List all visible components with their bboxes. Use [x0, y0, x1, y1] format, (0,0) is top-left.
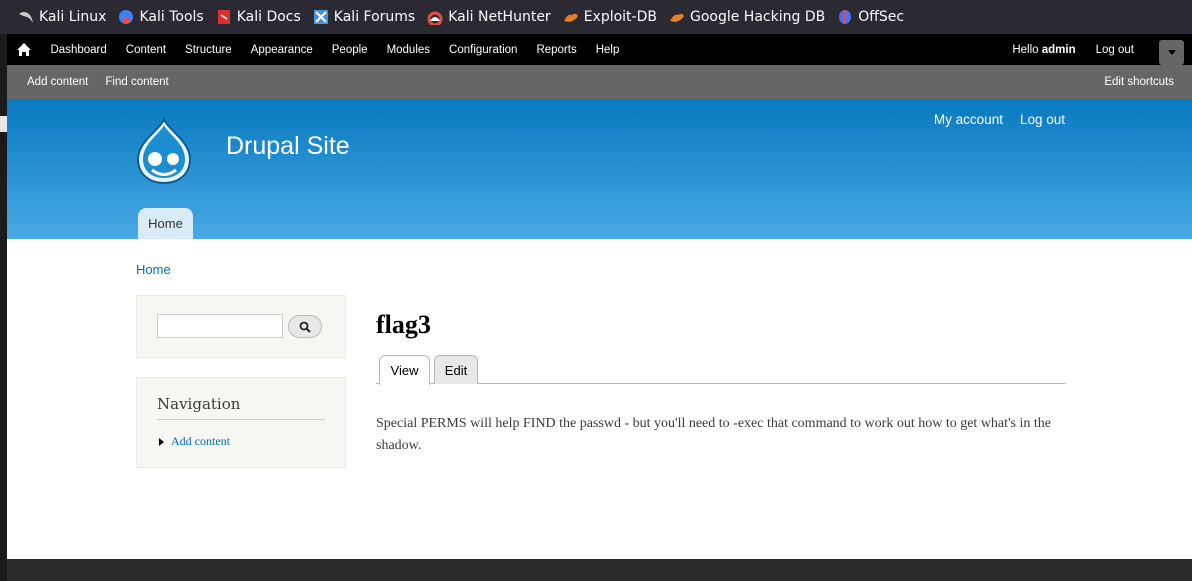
- bookmarks-bar: Kali Linux Kali Tools Kali Docs Kali For…: [0, 0, 1192, 34]
- bookmark-label: Exploit-DB: [583, 9, 657, 25]
- background-window-edge: [0, 34, 7, 581]
- bookmark-exploit-db[interactable]: Exploit-DB: [563, 9, 657, 25]
- hello-user: Hello admin: [1012, 44, 1075, 56]
- ghdb-icon: [669, 13, 684, 22]
- shortcut-add-content[interactable]: Add content: [27, 76, 88, 88]
- kali-docs-icon: [217, 10, 230, 24]
- search-button[interactable]: [288, 315, 322, 338]
- bookmark-google-hacking-db[interactable]: Google Hacking DB: [669, 9, 825, 25]
- breadcrumb[interactable]: Home: [136, 262, 171, 277]
- toolbar-appearance[interactable]: Appearance: [241, 44, 322, 56]
- toolbar-logout[interactable]: Log out: [1096, 44, 1134, 56]
- bookmark-label: Kali Linux: [39, 9, 107, 25]
- tab-view[interactable]: View: [379, 355, 430, 385]
- search-block: [136, 295, 346, 358]
- bookmark-kali-nethunter[interactable]: Kali NetHunter: [427, 9, 551, 25]
- exploit-db-icon: [563, 13, 578, 22]
- hello-prefix: Hello: [1012, 43, 1042, 56]
- username-link[interactable]: admin: [1042, 44, 1076, 56]
- shortcut-find-content[interactable]: Find content: [105, 76, 168, 88]
- kali-forums-icon: [313, 10, 328, 24]
- bookmark-offsec[interactable]: OffSec: [837, 9, 904, 25]
- page-content: Home Navigation Add content flag3 View E…: [7, 239, 1192, 559]
- page-title: flag3: [376, 310, 431, 339]
- edit-shortcuts-link[interactable]: Edit shortcuts: [1104, 76, 1174, 88]
- bookmark-kali-tools[interactable]: Kali Tools: [118, 9, 204, 25]
- toolbar-people[interactable]: People: [322, 44, 377, 56]
- secondary-menu: My account Log out: [934, 112, 1065, 127]
- my-account-link[interactable]: My account: [934, 112, 1003, 127]
- search-icon: [299, 321, 311, 333]
- bookmark-label: Kali Forums: [333, 9, 416, 25]
- tab-edit[interactable]: Edit: [434, 355, 478, 384]
- kali-dragon-icon: [19, 12, 33, 23]
- toolbar-modules[interactable]: Modules: [377, 44, 439, 56]
- site-header: Drupal Site My account Log out Home: [7, 99, 1192, 239]
- nav-link-label[interactable]: Add content: [171, 434, 230, 449]
- node-body: Special PERMS will help FIND the passwd …: [376, 416, 1052, 453]
- main-menu-home[interactable]: Home: [138, 208, 193, 239]
- navigation-block: Navigation Add content: [136, 377, 346, 468]
- bookmark-kali-forums[interactable]: Kali Forums: [313, 9, 415, 25]
- bullet-triangle-icon: [159, 437, 164, 446]
- bookmark-kali-linux[interactable]: Kali Linux: [18, 9, 106, 25]
- toolbar-content[interactable]: Content: [116, 44, 175, 56]
- search-input[interactable]: [157, 314, 283, 338]
- bookmark-label: Google Hacking DB: [689, 9, 826, 25]
- chevron-down-icon: [1167, 50, 1176, 55]
- window-edge-mark: [0, 116, 7, 132]
- bookmark-label: Kali Tools: [139, 9, 204, 25]
- nav-add-content[interactable]: Add content: [159, 434, 230, 449]
- offsec-icon: [839, 10, 852, 24]
- bookmark-label: Kali Docs: [236, 9, 301, 25]
- toolbar-reports[interactable]: Reports: [527, 44, 586, 56]
- shortcuts-drawer-toggle[interactable]: [1159, 40, 1184, 65]
- header-logout-link[interactable]: Log out: [1020, 112, 1065, 127]
- toolbar-help[interactable]: Help: [586, 44, 629, 56]
- drupal-logo-icon[interactable]: [134, 117, 194, 185]
- toolbar-structure[interactable]: Structure: [176, 44, 242, 56]
- toolbar-configuration[interactable]: Configuration: [440, 44, 527, 56]
- home-icon: [17, 43, 31, 56]
- nethunter-icon: [427, 11, 443, 25]
- node-tabs: View Edit: [376, 355, 1066, 385]
- shortcuts-bar: Add content Find content Edit shortcuts: [7, 65, 1192, 99]
- admin-toolbar: Dashboard Content Structure Appearance P…: [7, 34, 1192, 65]
- bookmark-label: OffSec: [858, 9, 905, 25]
- site-name[interactable]: Drupal Site: [226, 132, 350, 161]
- bookmark-label: Kali NetHunter: [448, 9, 551, 25]
- navigation-title: Navigation: [157, 395, 325, 420]
- kali-tools-icon: [119, 10, 134, 24]
- toolbar-dashboard[interactable]: Dashboard: [41, 44, 116, 56]
- bookmark-kali-docs[interactable]: Kali Docs: [216, 9, 301, 25]
- footer: [7, 559, 1192, 581]
- home-button[interactable]: [7, 34, 41, 65]
